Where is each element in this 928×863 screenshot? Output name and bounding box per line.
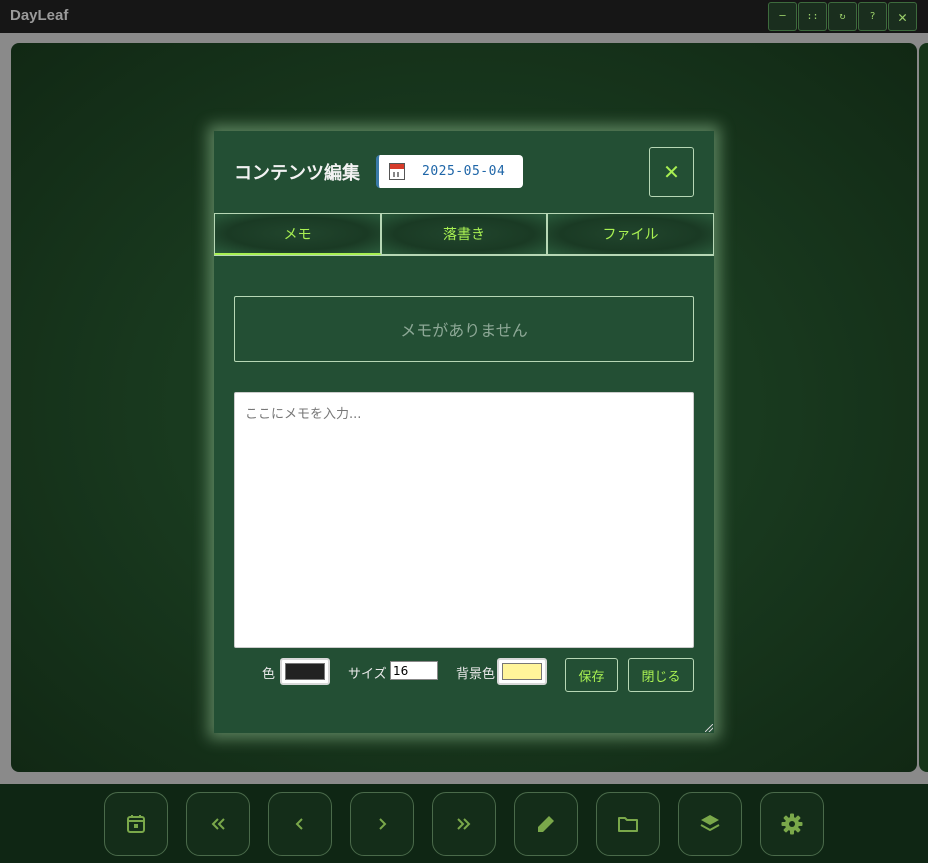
close-button[interactable]: 閉じる: [628, 658, 694, 692]
empty-message: メモがありません: [400, 321, 528, 340]
minimize-button[interactable]: ─: [768, 2, 797, 31]
dialog-title: コンテンツ編集: [234, 163, 360, 183]
font-size-input[interactable]: [390, 661, 438, 680]
chevron-left-icon: [295, 818, 303, 830]
tab-memo[interactable]: メモ: [214, 213, 381, 255]
edit-button[interactable]: [514, 792, 578, 856]
close-label: 閉じる: [641, 669, 681, 685]
memo-empty-state: メモがありません: [234, 296, 694, 362]
bg-color-picker[interactable]: [497, 658, 547, 685]
fullscreen-icon: ::: [806, 11, 819, 22]
side-panel-edge: [919, 43, 928, 772]
tab-label: ファイル: [602, 227, 659, 243]
content-edit-dialog: コンテンツ編集 2025-05-04 ✕ メモ 落書き ファイル メモがありませ…: [214, 131, 714, 733]
calendar-button[interactable]: [104, 792, 168, 856]
date-picker[interactable]: 2025-05-04: [376, 155, 523, 188]
tab-drawing[interactable]: 落書き: [381, 213, 547, 255]
layers-button[interactable]: [678, 792, 742, 856]
close-window-button[interactable]: ✕: [888, 2, 917, 31]
pencil-icon: [538, 816, 554, 832]
reload-button[interactable]: ↻: [828, 2, 857, 31]
layers-icon: [700, 815, 720, 832]
help-icon: ?: [869, 11, 876, 22]
chevron-right-icon: [379, 818, 387, 830]
folder-icon: [618, 817, 638, 832]
bottom-toolbar: [0, 784, 928, 863]
double-chevron-left-icon: [211, 818, 225, 830]
dialog-close-button[interactable]: ✕: [649, 147, 694, 197]
folder-button[interactable]: [596, 792, 660, 856]
text-color-picker[interactable]: [280, 658, 330, 685]
bg-color-swatch: [502, 663, 542, 680]
previous-button[interactable]: [268, 792, 332, 856]
close-icon: ✕: [663, 160, 680, 184]
help-button[interactable]: ?: [858, 2, 887, 31]
settings-button[interactable]: [760, 792, 824, 856]
bg-color-label: 背景色: [456, 667, 496, 682]
close-icon: ✕: [897, 7, 908, 26]
resize-handle[interactable]: [705, 724, 713, 732]
fullscreen-button[interactable]: ::: [798, 2, 827, 31]
date-value: 2025-05-04: [422, 164, 506, 179]
text-color-swatch: [285, 663, 325, 680]
save-label: 保存: [578, 669, 605, 685]
size-label: サイズ: [348, 667, 387, 682]
calendar-icon: [389, 163, 405, 180]
double-chevron-right-icon: [457, 818, 471, 830]
gear-icon: [781, 813, 803, 835]
tab-label: メモ: [283, 226, 312, 243]
title-bar: DayLeaf ─ :: ↻ ? ✕: [0, 0, 928, 33]
memo-textarea[interactable]: [234, 392, 694, 648]
next-button[interactable]: [350, 792, 414, 856]
tab-file[interactable]: ファイル: [547, 213, 714, 255]
tab-divider: [214, 255, 714, 256]
app-title: DayLeaf: [10, 7, 69, 24]
jump-forward-button[interactable]: [432, 792, 496, 856]
save-button[interactable]: 保存: [565, 658, 618, 692]
tab-label: 落書き: [443, 227, 485, 243]
reload-icon: ↻: [839, 11, 846, 22]
jump-back-button[interactable]: [186, 792, 250, 856]
color-label: 色: [262, 667, 276, 682]
calendar-icon: [127, 815, 145, 833]
minimize-icon: ─: [779, 11, 786, 22]
